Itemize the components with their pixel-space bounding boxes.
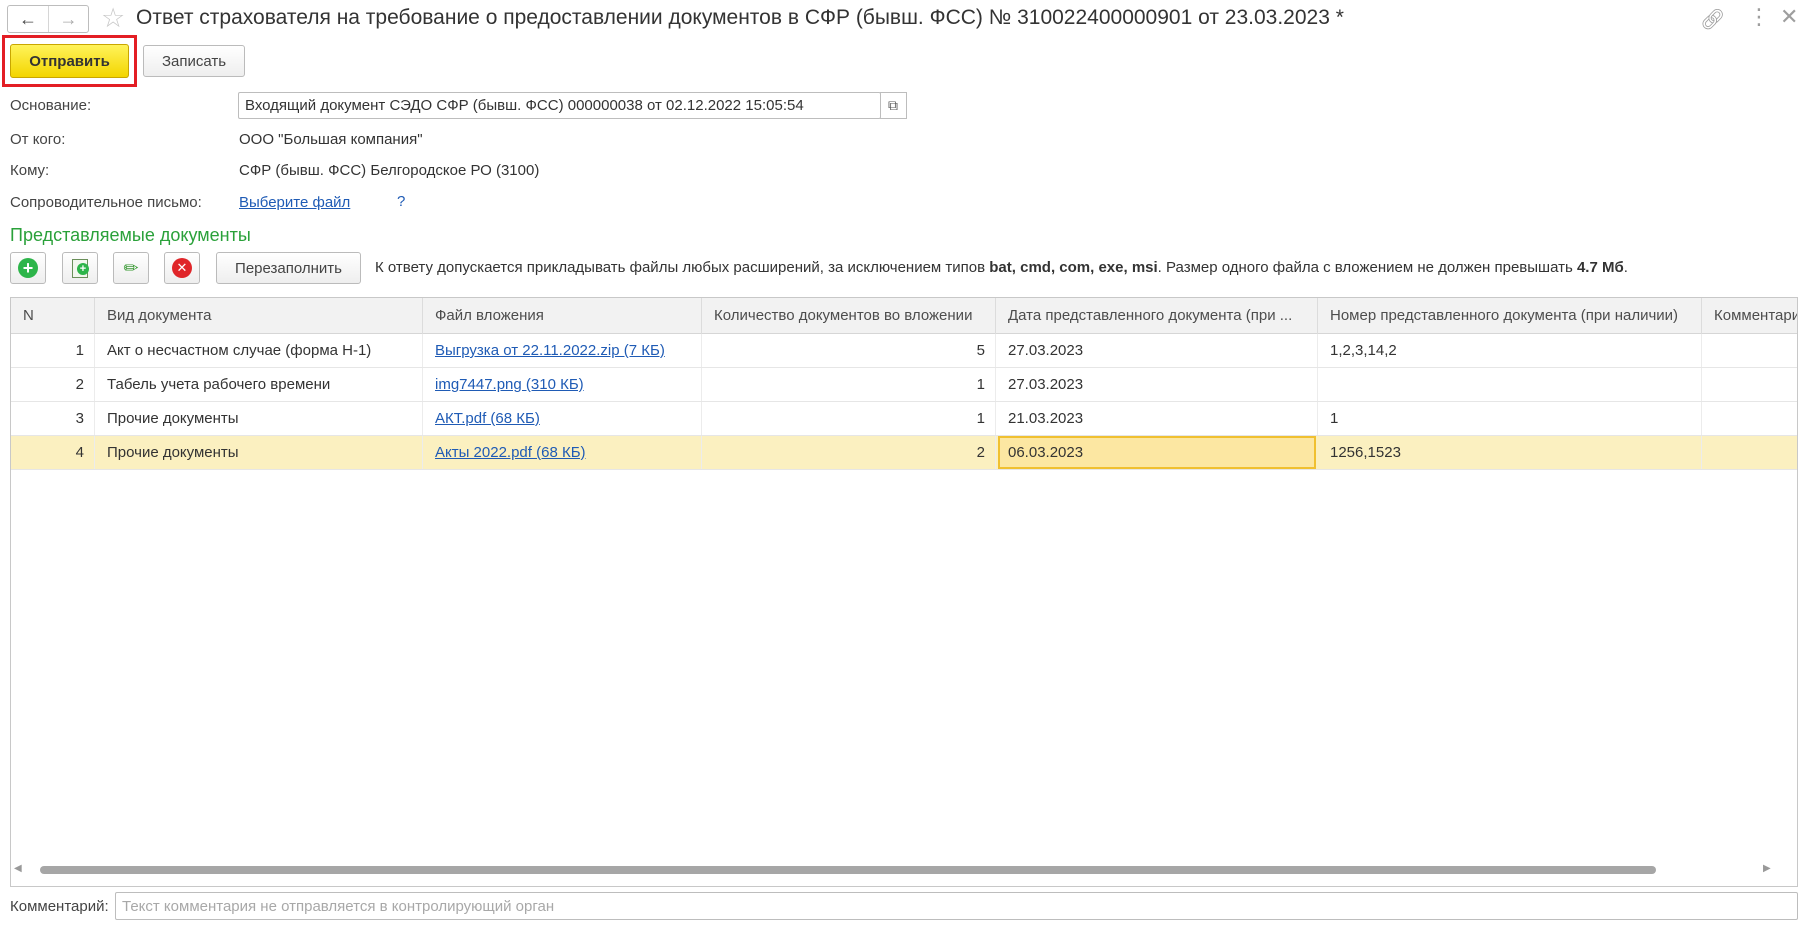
cell-number[interactable]: 1 [1318, 402, 1702, 435]
cell-count[interactable]: 2 [702, 436, 996, 469]
hint-prefix: К ответу допускается прикладывать файлы … [375, 259, 986, 276]
cell-count[interactable]: 1 [702, 368, 996, 401]
cell-comment[interactable] [1702, 334, 1797, 367]
cell-count[interactable]: 5 [702, 334, 996, 367]
cell-doc-type[interactable]: Табель учета рабочего времени [95, 368, 423, 401]
from-label: От кого: [10, 131, 66, 148]
choose-file-link[interactable]: Выберите файл [239, 194, 350, 211]
cell-doc-type[interactable]: Акт о несчастном случае (форма Н-1) [95, 334, 423, 367]
cell-comment[interactable] [1702, 402, 1797, 435]
cell-n: 3 [11, 402, 95, 435]
hint-types: bat, cmd, com, exe, msi [989, 259, 1158, 276]
to-label: Кому: [10, 162, 50, 179]
table-row-selected[interactable]: 4 Прочие документы Акты 2022.pdf (68 КБ)… [11, 436, 1797, 470]
basis-label: Основание: [10, 97, 92, 114]
delete-row-button[interactable]: ✕ [164, 252, 200, 284]
delete-circle-icon: ✕ [172, 258, 192, 278]
send-button[interactable]: Отправить [10, 44, 129, 78]
cell-n: 2 [11, 368, 95, 401]
column-header-file[interactable]: Файл вложения [423, 298, 702, 334]
add-row-button[interactable]: + [10, 252, 46, 284]
cell-number[interactable]: 1256,1523 [1318, 436, 1702, 469]
scroll-right-icon[interactable]: ▶ [1763, 863, 1771, 874]
cell-number[interactable] [1318, 368, 1702, 401]
column-header-date[interactable]: Дата представленного документа (при ... [996, 298, 1318, 334]
documents-table: N Вид документа Файл вложения Количество… [10, 297, 1798, 887]
cell-date[interactable]: 21.03.2023 [996, 402, 1318, 435]
table-row[interactable]: 1 Акт о несчастном случае (форма Н-1) Вы… [11, 334, 1797, 368]
column-header-n[interactable]: N [11, 298, 95, 334]
column-header-doc-type[interactable]: Вид документа [95, 298, 423, 334]
cover-letter-label: Сопроводительное письмо: [10, 194, 202, 211]
plus-circle-icon: + [18, 258, 38, 278]
column-header-count[interactable]: Количество документов во вложении [702, 298, 996, 334]
cell-number[interactable]: 1,2,3,14,2 [1318, 334, 1702, 367]
table-row[interactable]: 2 Табель учета рабочего времени img7447.… [11, 368, 1797, 402]
cell-file-link[interactable]: АКТ.pdf (68 КБ) [423, 402, 702, 435]
hint-suffix: . [1623, 259, 1628, 276]
cell-doc-type[interactable]: Прочие документы [95, 436, 423, 469]
open-basis-icon[interactable]: ⧉ [880, 92, 907, 119]
attachment-hint: К ответу допускается прикладывать файлы … [375, 259, 1628, 276]
window-title: Ответ страхователя на требование о предо… [136, 6, 1344, 29]
from-value: ООО "Большая компания" [239, 131, 423, 148]
column-header-comment[interactable]: Комментарий [1702, 298, 1797, 334]
navigation-buttons: ← → [7, 5, 89, 33]
copy-add-icon [72, 258, 89, 278]
refill-button[interactable]: Перезаполнить [216, 252, 361, 284]
close-icon[interactable]: ✕ [1780, 4, 1798, 30]
cell-comment[interactable] [1702, 436, 1797, 469]
star-icon[interactable]: ☆ [101, 3, 125, 33]
hint-size: 4.7 Мб [1576, 259, 1624, 276]
horizontal-scrollbar[interactable] [40, 866, 1656, 874]
section-title: Представляемые документы [10, 225, 251, 245]
cell-date[interactable]: 27.03.2023 [996, 334, 1318, 367]
column-header-number[interactable]: Номер представленного документа (при нал… [1318, 298, 1702, 334]
cell-date-editing[interactable]: 06.03.2023 [998, 436, 1316, 469]
table-header: N Вид документа Файл вложения Количество… [11, 298, 1797, 334]
basis-field[interactable]: Входящий документ СЭДО СФР (бывш. ФСС) 0… [238, 92, 881, 119]
table-row[interactable]: 3 Прочие документы АКТ.pdf (68 КБ) 1 21.… [11, 402, 1797, 436]
more-vertical-icon[interactable]: ⋮ [1748, 4, 1770, 30]
comment-input[interactable] [115, 892, 1798, 920]
arrow-right-icon[interactable]: → [48, 6, 88, 32]
cell-file-link[interactable]: Акты 2022.pdf (68 КБ) [423, 436, 702, 469]
edit-row-button[interactable]: ✏︎ [113, 252, 149, 284]
cell-comment[interactable] [1702, 368, 1797, 401]
scroll-left-icon[interactable]: ◀ [14, 863, 22, 874]
copy-row-button[interactable] [62, 252, 98, 284]
write-button[interactable]: Записать [143, 45, 245, 77]
hint-middle: . Размер одного файла с вложением не дол… [1157, 259, 1573, 276]
pencil-icon: ✏︎ [123, 257, 139, 278]
link-icon[interactable]: 🔗︎ [1700, 7, 1725, 32]
cell-doc-type[interactable]: Прочие документы [95, 402, 423, 435]
cell-date[interactable]: 27.03.2023 [996, 368, 1318, 401]
cell-n: 1 [11, 334, 95, 367]
arrow-left-icon[interactable]: ← [8, 6, 48, 32]
cell-count[interactable]: 1 [702, 402, 996, 435]
to-value: СФР (бывш. ФСС) Белгородское РО (3100) [239, 162, 540, 179]
cell-n: 4 [11, 436, 95, 469]
help-icon[interactable]: ? [397, 193, 405, 210]
comment-label: Комментарий: [10, 898, 109, 915]
cell-file-link[interactable]: Выгрузка от 22.11.2022.zip (7 КБ) [423, 334, 702, 367]
cell-file-link[interactable]: img7447.png (310 КБ) [423, 368, 702, 401]
